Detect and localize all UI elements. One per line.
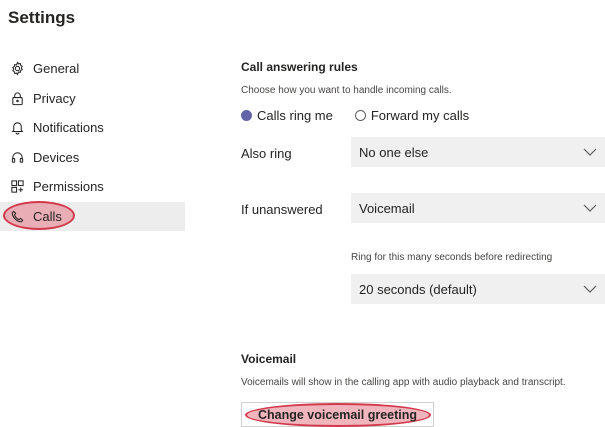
nav-item-notifications[interactable]: Notifications xyxy=(0,113,185,143)
headset-icon xyxy=(9,149,25,165)
radio-label: Calls ring me xyxy=(257,108,333,123)
call-answering-options: Calls ring me Forward my calls xyxy=(241,108,491,123)
nav-item-label: General xyxy=(33,61,80,77)
radio-unchecked-icon xyxy=(354,110,366,121)
if-unanswered-label: If unanswered xyxy=(241,202,323,217)
nav-item-label: Devices xyxy=(33,149,80,165)
radio-calls-ring-me[interactable]: Calls ring me xyxy=(241,108,333,123)
bell-icon xyxy=(9,120,25,136)
ring-seconds-label: Ring for this many seconds before redire… xyxy=(351,252,553,263)
ring-seconds-value: 20 seconds (default) xyxy=(359,281,477,297)
also-ring-select[interactable]: No one else xyxy=(351,137,605,167)
also-ring-value: No one else xyxy=(359,144,429,160)
chevron-down-icon xyxy=(583,204,597,212)
ring-seconds-select[interactable]: 20 seconds (default) xyxy=(351,274,605,304)
change-voicemail-greeting-button[interactable]: Change voicemail greeting xyxy=(241,402,434,427)
radio-forward-my-calls[interactable]: Forward my calls xyxy=(354,108,470,123)
settings-page: Settings General Privacy Notifications D… xyxy=(0,0,605,427)
page-title: Settings xyxy=(8,8,76,27)
settings-nav: General Privacy Notifications Devices Pe… xyxy=(0,54,185,231)
permissions-grid-icon xyxy=(9,179,25,195)
voicemail-description: Voicemails will show in the calling app … xyxy=(241,377,566,388)
chevron-down-icon xyxy=(583,285,597,293)
nav-item-label: Privacy xyxy=(33,90,76,106)
nav-item-general[interactable]: General xyxy=(0,54,185,84)
if-unanswered-select[interactable]: Voicemail xyxy=(351,193,605,223)
chevron-down-icon xyxy=(583,148,597,156)
call-answering-title: Call answering rules xyxy=(241,60,358,74)
if-unanswered-value: Voicemail xyxy=(359,200,415,216)
call-answering-description: Choose how you want to handle incoming c… xyxy=(241,85,452,96)
nav-item-label: Calls xyxy=(33,208,62,224)
gear-icon xyxy=(9,61,25,77)
voicemail-title: Voicemail xyxy=(241,352,297,366)
nav-item-devices[interactable]: Devices xyxy=(0,143,185,173)
nav-item-label: Permissions xyxy=(33,179,104,195)
nav-item-calls[interactable]: Calls xyxy=(0,201,185,231)
lock-icon xyxy=(9,90,25,106)
nav-item-privacy[interactable]: Privacy xyxy=(0,84,185,114)
nav-item-label: Notifications xyxy=(33,120,104,136)
button-label: Change voicemail greeting xyxy=(257,407,418,422)
phone-icon xyxy=(9,208,25,224)
also-ring-label: Also ring xyxy=(241,146,292,161)
radio-label: Forward my calls xyxy=(370,108,470,123)
nav-item-permissions[interactable]: Permissions xyxy=(0,172,185,202)
radio-checked-icon xyxy=(241,110,252,121)
